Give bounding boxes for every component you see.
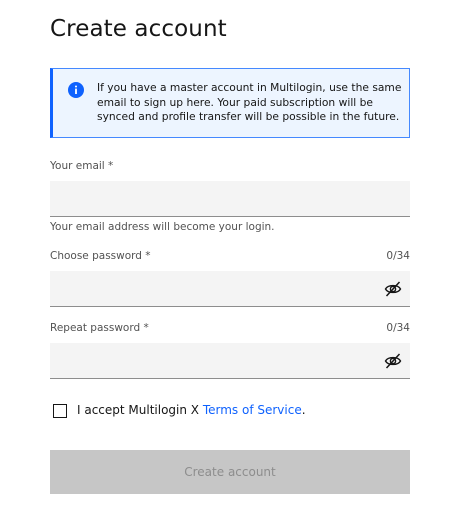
repeat-password-label: Repeat password * — [50, 322, 149, 334]
create-account-button[interactable]: Create account — [50, 450, 410, 494]
eye-off-icon — [384, 353, 402, 369]
repeat-password-counter: 0/34 — [386, 322, 410, 334]
password-counter: 0/34 — [386, 250, 410, 262]
terms-suffix: . — [301, 403, 306, 417]
password-field[interactable] — [50, 271, 410, 307]
terms-label: I accept Multilogin X Terms of Service. — [77, 403, 306, 417]
email-label: Your email * — [50, 160, 114, 172]
terms-checkbox[interactable] — [53, 404, 67, 418]
eye-off-icon — [384, 281, 402, 297]
password-label: Choose password * — [50, 250, 151, 262]
terms-of-service-link[interactable]: Terms of Service — [203, 403, 302, 417]
email-field[interactable] — [50, 181, 410, 217]
password-visibility-toggle[interactable] — [382, 278, 404, 300]
notice-text: If you have a master account in Multilog… — [97, 81, 402, 124]
repeat-password-visibility-toggle[interactable] — [382, 350, 404, 372]
repeat-password-field[interactable] — [50, 343, 410, 379]
info-icon — [68, 82, 84, 98]
page-title: Create account — [50, 16, 227, 42]
email-helper-text: Your email address will become your logi… — [50, 221, 275, 233]
terms-prefix: I accept Multilogin X — [77, 403, 203, 417]
info-notice: If you have a master account in Multilog… — [50, 68, 410, 138]
